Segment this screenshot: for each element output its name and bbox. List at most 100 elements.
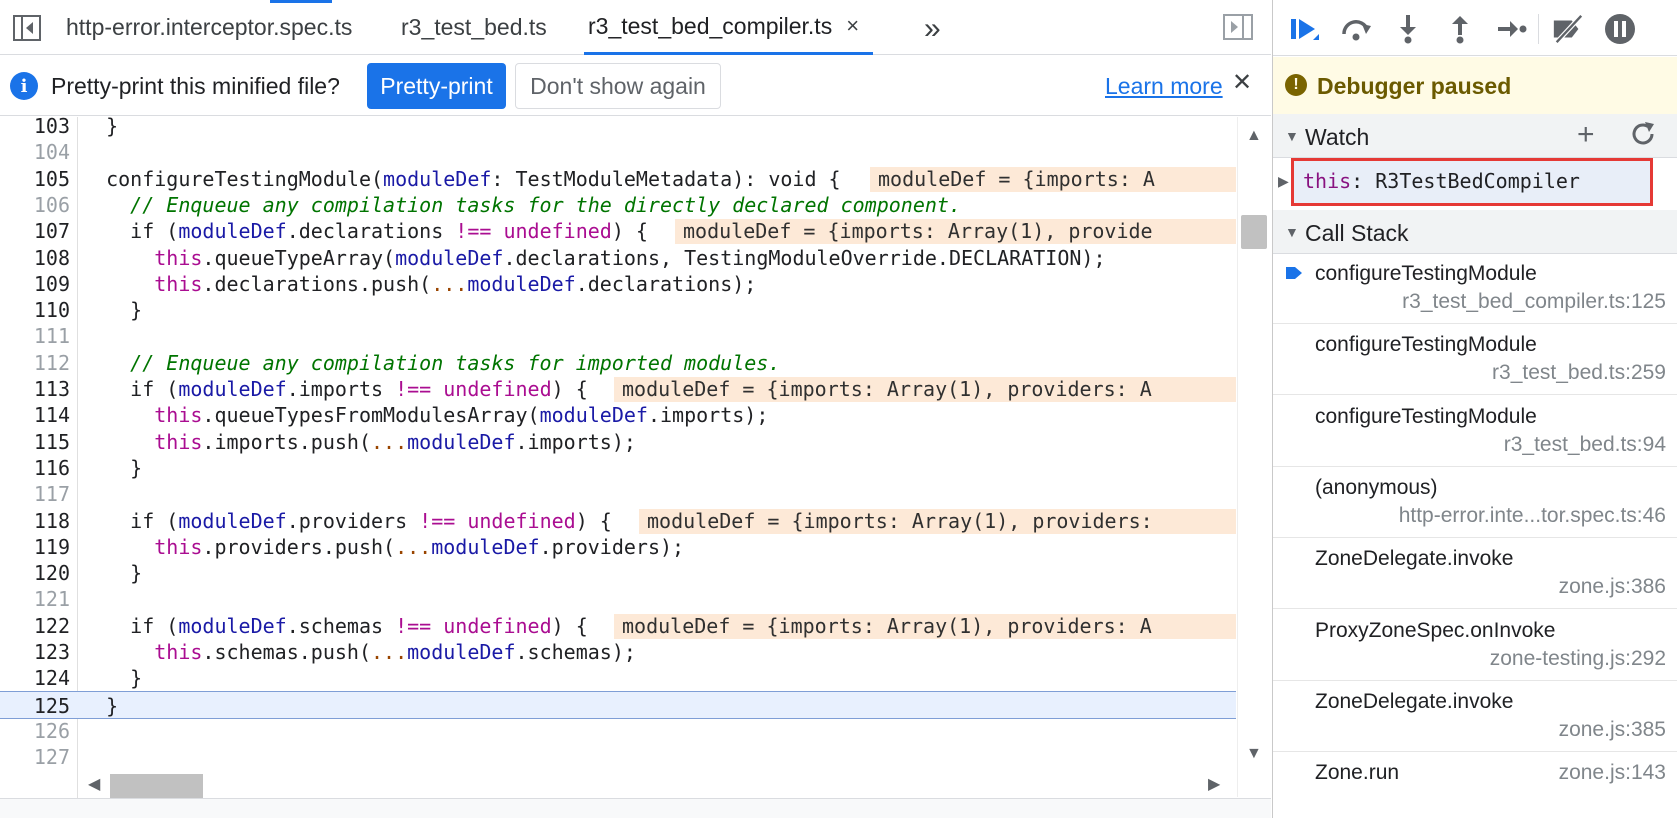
line-number[interactable]: 116 — [0, 454, 70, 482]
line-number[interactable]: 126 — [0, 717, 70, 745]
debugger-toolbar — [1273, 0, 1677, 56]
line-number[interactable]: 120 — [0, 559, 70, 587]
expand-triangle-icon[interactable]: ▶ — [1278, 173, 1289, 190]
line-number[interactable]: 125 — [0, 692, 70, 720]
add-watch-expression-icon[interactable]: + — [1577, 118, 1595, 152]
horizontal-scrollbar[interactable]: ◀ ▶ — [78, 772, 1237, 798]
code-line[interactable]: 117 — [0, 480, 1236, 508]
dont-show-again-button[interactable]: Don't show again — [515, 63, 721, 109]
pause-on-exceptions-icon[interactable] — [1603, 12, 1637, 46]
code-line[interactable]: 105 configureTestingModule(moduleDef: Te… — [0, 165, 1236, 193]
scrollbar-thumb[interactable] — [110, 774, 203, 798]
line-number[interactable]: 121 — [0, 585, 70, 613]
line-number[interactable]: 123 — [0, 638, 70, 666]
code-text: } — [82, 298, 143, 323]
call-frame[interactable]: ZoneDelegate.invoke zone.js:386 — [1273, 539, 1677, 610]
line-number[interactable]: 112 — [0, 349, 70, 377]
call-frame[interactable]: (anonymous) http-error.inte...tor.spec.ts… — [1273, 468, 1677, 538]
line-number[interactable]: 118 — [0, 507, 70, 535]
call-frame[interactable]: configureTestingModule r3_test_bed.ts:259 — [1273, 325, 1677, 396]
tab-close-icon[interactable]: × — [846, 13, 859, 39]
step-icon[interactable] — [1495, 12, 1529, 46]
code-line[interactable]: 113 if (moduleDef.imports !== undefined)… — [0, 375, 1236, 403]
tab-http-error-interceptor-spec[interactable]: http-error.interceptor.spec.ts — [66, 0, 352, 55]
code-text: if (moduleDef.declarations !== undefined… — [82, 219, 648, 244]
line-number[interactable]: 105 — [0, 165, 70, 193]
call-frame[interactable]: ProxyZoneSpec.onInvoke zone-testing.js:29… — [1273, 611, 1677, 681]
line-number[interactable]: 109 — [0, 270, 70, 298]
info-icon: i — [10, 72, 38, 100]
watch-section-header[interactable]: ▼ Watch + — [1273, 114, 1677, 158]
code-line[interactable]: 106 // Enqueue any compilation tasks for… — [0, 191, 1236, 219]
step-out-icon[interactable] — [1443, 12, 1477, 46]
call-frame[interactable]: ZoneDelegate.invoke zone.js:385 — [1273, 682, 1677, 752]
code-view[interactable]: 103 } 104 105 configureTestingModule(modul… — [0, 117, 1236, 798]
code-text: this.imports.push(...moduleDef.imports); — [154, 429, 636, 454]
line-number[interactable]: 107 — [0, 217, 70, 245]
watch-expression-item[interactable]: ▶ this: R3TestBedCompiler — [1278, 158, 1653, 206]
code-line[interactable]: 109 this.declarations.push(...moduleDef.… — [0, 270, 1236, 298]
code-line[interactable]: 116 } — [0, 454, 1236, 482]
code-text: this.schemas.push(...moduleDef.schemas); — [154, 640, 636, 664]
call-frame[interactable]: Zone.run zone.js:143 — [1273, 753, 1677, 818]
tab-r3-test-bed-compiler[interactable]: r3_test_bed_compiler.ts × — [584, 0, 874, 55]
scroll-right-icon[interactable]: ▶ — [1208, 774, 1220, 794]
scrollbar-thumb[interactable] — [1241, 215, 1267, 249]
step-into-icon[interactable] — [1391, 12, 1425, 46]
line-number[interactable]: 124 — [0, 664, 70, 692]
deactivate-breakpoints-icon[interactable] — [1551, 12, 1585, 46]
code-line[interactable]: 104 — [0, 138, 1236, 166]
code-line[interactable]: 112 // Enqueue any compilation tasks for… — [0, 349, 1236, 377]
line-number[interactable]: 115 — [0, 428, 70, 456]
line-number[interactable]: 127 — [0, 743, 70, 771]
line-number[interactable]: 106 — [0, 191, 70, 219]
code-line[interactable]: 103 } — [0, 117, 1236, 140]
code-line[interactable]: 119 this.providers.push(...moduleDef.pro… — [0, 533, 1236, 561]
toggle-navigator-icon[interactable] — [12, 14, 42, 42]
code-line[interactable]: 115 this.imports.push(...moduleDef.impor… — [0, 428, 1236, 456]
more-tabs-icon[interactable]: » — [924, 12, 941, 46]
debugger-sidebar: ! Debugger paused ▼ Watch + ▶ this: R3Te… — [1272, 0, 1677, 818]
line-number[interactable]: 113 — [0, 375, 70, 403]
code-line[interactable]: 108 this.queueTypeArray(moduleDef.declar… — [0, 244, 1236, 272]
scroll-left-icon[interactable]: ◀ — [88, 774, 100, 794]
code-line[interactable]: 123 this.schemas.push(...moduleDef.schem… — [0, 638, 1236, 666]
code-line[interactable]: 111 — [0, 322, 1236, 350]
line-number[interactable]: 108 — [0, 244, 70, 272]
code-line[interactable]: 126 — [0, 717, 1236, 745]
line-number[interactable]: 114 — [0, 401, 70, 429]
code-line-current[interactable]: 125 } — [0, 690, 1236, 720]
code-line[interactable]: 107 if (moduleDef.declarations !== undef… — [0, 217, 1236, 245]
line-number[interactable]: 103 — [0, 117, 70, 140]
call-frame-current[interactable]: configureTestingModule r3_test_bed_compil… — [1273, 254, 1677, 324]
code-line[interactable]: 120 } — [0, 559, 1236, 587]
line-number[interactable]: 117 — [0, 480, 70, 508]
line-number[interactable]: 110 — [0, 296, 70, 324]
line-number[interactable]: 104 — [0, 138, 70, 166]
call-stack-section-header[interactable]: ▼ Call Stack — [1273, 210, 1677, 254]
tab-r3-test-bed[interactable]: r3_test_bed.ts — [401, 0, 547, 55]
step-over-icon[interactable] — [1339, 12, 1373, 46]
line-number[interactable]: 111 — [0, 322, 70, 350]
code-line[interactable]: 114 this.queueTypesFromModulesArray(modu… — [0, 401, 1236, 429]
watch-expression-name: this — [1303, 169, 1352, 193]
code-line[interactable]: 122 if (moduleDef.schemas !== undefined)… — [0, 612, 1236, 640]
code-line[interactable]: 127 — [0, 743, 1236, 771]
vertical-scrollbar[interactable]: ▲ ▼ — [1237, 117, 1271, 797]
code-line[interactable]: 121 — [0, 585, 1236, 613]
refresh-icon[interactable] — [1629, 120, 1657, 153]
scroll-up-icon[interactable]: ▲ — [1246, 127, 1262, 145]
line-number[interactable]: 122 — [0, 612, 70, 640]
line-number[interactable]: 119 — [0, 533, 70, 561]
call-frame-function: ZoneDelegate.invoke — [1315, 689, 1514, 713]
call-frame[interactable]: configureTestingModule r3_test_bed.ts:94 — [1273, 397, 1677, 467]
close-icon[interactable]: ✕ — [1232, 68, 1252, 97]
learn-more-link[interactable]: Learn more — [1105, 73, 1223, 100]
code-line[interactable]: 124 } — [0, 664, 1236, 692]
toggle-debugger-sidebar-icon[interactable] — [1223, 14, 1253, 42]
resume-icon[interactable] — [1287, 12, 1321, 46]
scroll-down-icon[interactable]: ▼ — [1246, 745, 1262, 763]
code-line[interactable]: 110 } — [0, 296, 1236, 324]
code-line[interactable]: 118 if (moduleDef.providers !== undefine… — [0, 507, 1236, 535]
pretty-print-button[interactable]: Pretty-print — [367, 63, 506, 109]
